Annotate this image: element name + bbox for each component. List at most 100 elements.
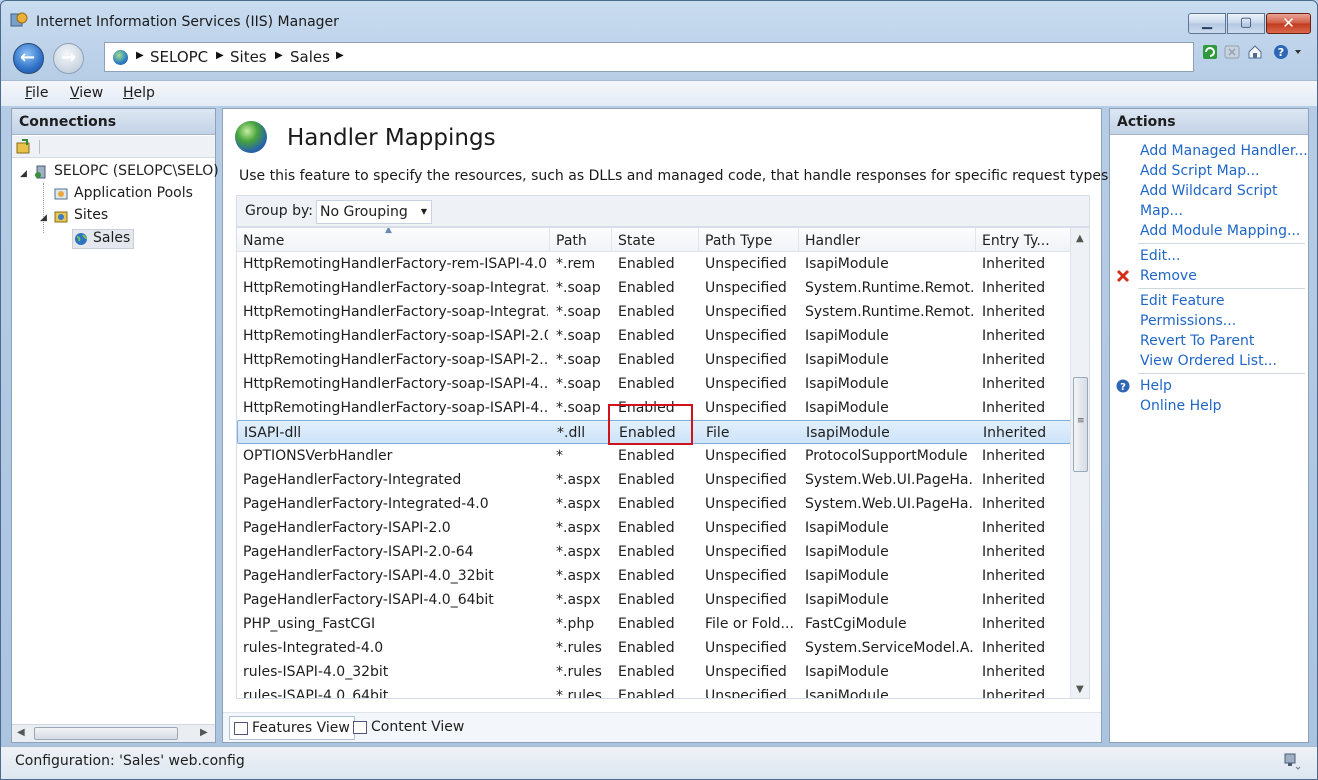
menu-help[interactable]: Help [123,85,155,101]
back-button[interactable]: ← [13,43,44,74]
cell-path: *.dll [557,425,586,441]
action-edit-feature-permissions[interactable]: Edit Feature [1140,293,1224,309]
action-add-managed-handler[interactable]: Add Managed Handler... [1140,143,1308,159]
cell-state: Enabled [618,568,675,584]
handler-mappings-icon [235,121,267,153]
table-row[interactable]: PageHandlerFactory-ISAPI-2.0-64 *.aspx Ena… [237,540,1071,564]
menu-view[interactable]: View [70,85,103,101]
table-row[interactable]: PageHandlerFactory-Integrated-4.0 *.aspx E… [237,492,1071,516]
cell-name: rules-ISAPI-4.0_32bit [243,664,389,680]
cell-path-type: Unspecified [705,592,787,608]
table-row[interactable]: HttpRemotingHandlerFactory-soap-Integrat… [237,276,1071,300]
tree-item-application-pools[interactable]: Application Pools [54,185,214,205]
action-add-wildcard-script-map-cont[interactable]: Map... [1140,203,1183,219]
cell-state: Enabled [618,664,675,680]
cell-path: *.rules [556,664,602,680]
tree-item-label: SELOPC (SELOPC\SELO) [54,163,219,179]
breadcrumb-separator-icon[interactable]: ▶ [275,50,283,61]
group-by-select[interactable]: No Grouping ▼ [316,200,432,224]
breadcrumb-selopc[interactable]: SELOPC [150,48,208,66]
tab-features-view[interactable]: Features View [229,716,355,740]
forward-button[interactable]: → [53,43,84,74]
collapse-icon[interactable]: ◢ [20,169,27,179]
handler-mappings-grid: Name ▲ Path State Path Type Handler Entry… [236,227,1090,699]
stop-icon[interactable] [1224,44,1240,60]
cell-entry-type: Inherited [982,496,1046,512]
table-row[interactable]: HttpRemotingHandlerFactory-soap-ISAPI-2.… [237,348,1071,372]
help-icon[interactable]: ? [1273,44,1303,60]
menu-view-accel: V [70,85,80,101]
cell-state: Enabled [618,352,675,368]
collapse-icon[interactable]: ◢ [40,213,47,223]
scroll-up-icon[interactable]: ▲ [1076,233,1084,244]
grid-vertical-scrollbar[interactable]: ▲ ≡ ▼ [1070,228,1089,698]
breadcrumb-separator-icon[interactable]: ▶ [216,50,224,61]
table-row[interactable]: rules-ISAPI-4.0_32bit *.rules Enabled Unspe… [237,660,1071,684]
action-add-module-mapping[interactable]: Add Module Mapping... [1140,223,1300,239]
table-row[interactable]: PageHandlerFactory-ISAPI-4.0_32bit *.aspx… [237,564,1071,588]
cell-path-type: Unspecified [705,496,787,512]
action-online-help[interactable]: Online Help [1140,398,1222,414]
cell-path: *.soap [556,304,601,320]
column-header-name[interactable]: Name ▲ [237,228,550,252]
cell-state: Enabled [618,280,675,296]
tab-content-view[interactable]: Content View [349,716,468,740]
breadcrumb-sales[interactable]: Sales [290,48,330,66]
table-row[interactable]: HttpRemotingHandlerFactory-soap-ISAPI-2.… [237,324,1071,348]
tree-item-server[interactable]: SELOPC (SELOPC\SELO) [34,163,219,183]
action-help[interactable]: Help [1140,378,1172,394]
table-row[interactable]: HttpRemotingHandlerFactory-soap-ISAPI-4.… [237,372,1071,396]
table-row[interactable]: PHP_using_FastCGI *.php Enabled File or Fol… [237,612,1071,636]
cell-path-type: Unspecified [705,280,787,296]
cell-state: Enabled [618,520,675,536]
table-row[interactable]: PageHandlerFactory-Integrated *.aspx Enabl… [237,468,1071,492]
home-icon[interactable] [1247,44,1263,60]
table-row[interactable]: rules-Integrated-4.0 *.rules Enabled Unspec… [237,636,1071,660]
tree-item-sites[interactable]: Sites [54,207,214,227]
address-bar[interactable]: ▶ SELOPC ▶ Sites ▶ Sales ▶ [104,42,1194,72]
breadcrumb-separator-icon[interactable]: ▶ [136,50,144,61]
action-edit[interactable]: Edit... [1140,248,1180,264]
actions-panel: Actions Add Managed Handler... Add Scrip… [1109,108,1309,743]
scroll-right-icon[interactable]: ▶ [200,727,208,738]
table-row[interactable]: PageHandlerFactory-ISAPI-4.0_64bit *.aspx… [237,588,1071,612]
scroll-down-icon[interactable]: ▼ [1076,684,1084,695]
breadcrumb-sites[interactable]: Sites [230,48,267,66]
action-view-ordered-list[interactable]: View Ordered List... [1140,353,1277,369]
action-add-wildcard-script-map[interactable]: Add Wildcard Script [1140,183,1277,199]
refresh-icon[interactable] [1202,44,1218,60]
column-header-handler[interactable]: Handler [799,228,976,252]
cell-entry-type: Inherited [982,328,1046,344]
connections-toolbar [12,136,215,158]
table-row[interactable]: PageHandlerFactory-ISAPI-2.0 *.aspx Enable… [237,516,1071,540]
actions-divider [1138,373,1305,374]
action-revert-to-parent[interactable]: Revert To Parent [1140,333,1254,349]
breadcrumb-separator-icon[interactable]: ▶ [336,50,344,61]
action-add-script-map[interactable]: Add Script Map... [1140,163,1260,179]
create-connection-icon[interactable] [16,139,31,154]
connections-horizontal-scrollbar[interactable]: ◀ ▶ [12,724,215,742]
table-row[interactable]: OPTIONSVerbHandler * Enabled Unspecified Pro… [237,444,1071,468]
cell-state: Enabled [618,304,675,320]
close-button[interactable]: ✕ [1266,13,1311,34]
column-header-path-type[interactable]: Path Type [699,228,799,252]
scrollbar-thumb[interactable]: ≡ [1073,377,1088,472]
cell-name: HttpRemotingHandlerFactory-soap-ISAPI-2.… [243,328,548,344]
cell-name: PageHandlerFactory-ISAPI-2.0 [243,520,451,536]
menu-file[interactable]: File [25,85,48,101]
cell-handler: System.Web.UI.PageHa... [805,472,974,488]
column-header-state[interactable]: State [612,228,699,252]
minimize-button[interactable]: ▁ [1188,13,1226,34]
action-remove[interactable]: Remove [1140,268,1197,284]
table-row[interactable]: HttpRemotingHandlerFactory-soap-Integrat… [237,300,1071,324]
maximize-button[interactable]: ▢ [1227,13,1265,34]
table-row[interactable]: rules-ISAPI-4.0_64bit *.rules Enabled Unspe… [237,684,1071,698]
action-edit-feature-permissions-cont[interactable]: Permissions... [1140,313,1236,329]
column-header-path[interactable]: Path [550,228,612,252]
scrollbar-thumb[interactable] [34,727,178,740]
column-header-entry-type[interactable]: Entry Ty... [976,228,1058,252]
group-by-label: Group by: [245,203,313,219]
scroll-left-icon[interactable]: ◀ [17,727,25,738]
tree-item-sales[interactable]: Sales [72,229,134,249]
table-row[interactable]: HttpRemotingHandlerFactory-rem-ISAPI-4.0… [237,252,1071,276]
